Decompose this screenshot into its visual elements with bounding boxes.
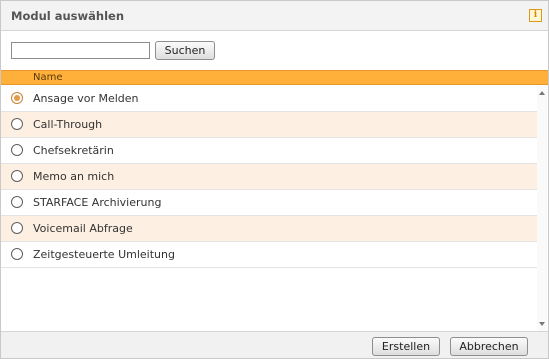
dialog-footer: Erstellen Abbrechen — [1, 331, 548, 358]
list-item[interactable]: Call-Through — [1, 112, 538, 138]
dialog-titlebar: Modul auswählen i — [1, 1, 548, 31]
search-input[interactable] — [11, 42, 150, 59]
list-item[interactable]: Memo an mich — [1, 164, 538, 190]
list-item[interactable]: Chefsekretärin — [1, 138, 538, 164]
column-header-name[interactable]: Name — [33, 72, 63, 83]
list-scrollbar[interactable] — [537, 86, 547, 331]
list-item-label: Ansage vor Melden — [33, 92, 139, 105]
create-button[interactable]: Erstellen — [372, 337, 440, 356]
list-item-label: Voicemail Abfrage — [33, 222, 133, 235]
info-icon[interactable]: i — [529, 9, 542, 22]
scroll-down-arrow-icon[interactable] — [539, 322, 545, 326]
cancel-button[interactable]: Abbrechen — [450, 337, 528, 356]
list-item[interactable]: Ansage vor Melden — [1, 86, 538, 112]
module-select-dialog: Modul auswählen i Suchen Name Ansage vor… — [0, 0, 549, 359]
scroll-up-arrow-icon[interactable] — [539, 91, 545, 95]
dialog-title: Modul auswählen — [11, 9, 125, 23]
table-header: Name — [1, 70, 548, 85]
list-item-label: Call-Through — [33, 118, 103, 131]
list-item-label: Memo an mich — [33, 170, 115, 183]
radio-button[interactable] — [11, 196, 23, 208]
list-item-label: STARFACE Archivierung — [33, 196, 162, 209]
module-list: Ansage vor Melden Call-Through Chefsekre… — [1, 86, 538, 331]
list-item-label: Zeitgesteuerte Umleitung — [33, 248, 175, 261]
radio-button[interactable] — [11, 144, 23, 156]
search-button[interactable]: Suchen — [155, 41, 215, 60]
radio-button[interactable] — [11, 222, 23, 234]
list-item[interactable]: Voicemail Abfrage — [1, 216, 538, 242]
list-item[interactable]: STARFACE Archivierung — [1, 190, 538, 216]
list-item[interactable]: Zeitgesteuerte Umleitung — [1, 242, 538, 268]
radio-button[interactable] — [11, 118, 23, 130]
search-bar: Suchen — [1, 32, 548, 70]
radio-button[interactable] — [11, 92, 23, 104]
radio-button[interactable] — [11, 248, 23, 260]
radio-button[interactable] — [11, 170, 23, 182]
list-item-label: Chefsekretärin — [33, 144, 114, 157]
